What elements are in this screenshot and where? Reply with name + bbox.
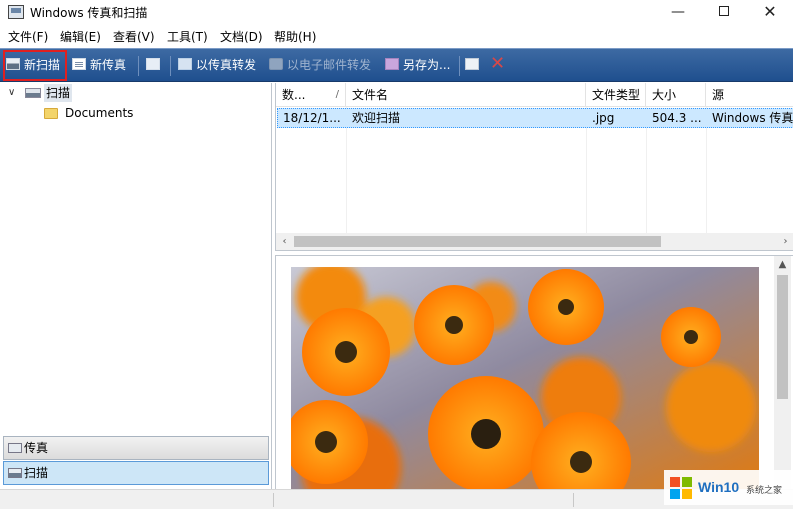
save-icon	[385, 58, 399, 70]
vertical-scrollbar[interactable]: ▲	[774, 256, 791, 489]
menu-file[interactable]: 文件(F)	[8, 29, 48, 45]
printer-icon	[465, 58, 479, 70]
horizontal-scrollbar[interactable]: ‹ ›	[276, 233, 793, 250]
menu-view[interactable]: 查看(V)	[113, 29, 155, 45]
new-fax-icon	[72, 58, 86, 70]
minimize-icon: —	[671, 4, 685, 20]
flower-photo	[291, 267, 759, 489]
preview-image	[291, 267, 759, 489]
nav-fax-button[interactable]: 传真	[3, 436, 269, 460]
forward-as-fax-button[interactable]: 以传真转发	[178, 52, 262, 78]
forward-fax-icon	[178, 58, 192, 70]
delete-button[interactable]: ✕	[490, 52, 508, 78]
column-header-source[interactable]: 源	[706, 83, 793, 107]
new-scan-label: 新扫描	[24, 58, 61, 72]
scanner-icon	[25, 88, 41, 98]
status-divider	[573, 493, 574, 507]
sort-indicator-icon: /	[335, 89, 339, 100]
forward-as-email-button[interactable]: 以电子邮件转发	[269, 52, 377, 78]
nav-fax-label: 传真	[24, 441, 49, 455]
column-header-filename[interactable]: 文件名	[346, 83, 586, 107]
windows-logo-icon	[670, 477, 692, 499]
minimize-button[interactable]: —	[655, 0, 701, 26]
page-view-button[interactable]	[146, 52, 164, 78]
maximize-icon	[719, 6, 729, 16]
column-header-size[interactable]: 大小	[646, 83, 706, 107]
folder-pane: ∨ 扫描 Documents 传真 扫描	[0, 83, 272, 489]
delete-icon: ✕	[490, 53, 506, 74]
tree-item-scan[interactable]: ∨ 扫描	[0, 84, 270, 102]
cell-size: 504.3 ...	[652, 111, 702, 125]
cell-filename: 欢迎扫描	[352, 111, 401, 125]
menu-tools[interactable]: 工具(T)	[167, 29, 208, 45]
status-divider	[273, 493, 274, 507]
close-icon: ✕	[763, 2, 777, 21]
fax-icon	[8, 443, 22, 453]
vertical-scroll-thumb[interactable]	[777, 275, 788, 399]
collapse-chevron-icon[interactable]: ∨	[8, 84, 15, 102]
forward-as-email-label: 以电子邮件转发	[287, 58, 372, 72]
menu-document[interactable]: 文档(D)	[220, 29, 263, 45]
window-title: Windows 传真和扫描	[30, 6, 148, 20]
menu-edit[interactable]: 编辑(E)	[60, 29, 101, 45]
save-as-label: 另存为...	[403, 58, 451, 72]
tree-item-documents-label: Documents	[65, 106, 134, 120]
new-scan-button[interactable]: 新扫描	[6, 52, 66, 78]
watermark-brand: Win10	[698, 479, 740, 495]
nav-scan-button[interactable]: 扫描	[3, 461, 269, 485]
scanner-icon	[6, 58, 20, 70]
menu-bar: 文件(F) 编辑(E) 查看(V) 工具(T) 文档(D) 帮助(H)	[0, 27, 793, 47]
file-list: 数... / 文件名 文件类型 大小 源 18/12/1... 欢迎扫描 .jp…	[275, 83, 793, 251]
new-fax-label: 新传真	[90, 58, 127, 72]
toolbar-separator	[138, 56, 139, 76]
watermark: Win10 系统之家	[664, 470, 793, 505]
email-icon	[269, 58, 283, 70]
new-fax-button[interactable]: 新传真	[72, 52, 132, 78]
cell-source: Windows 传真	[712, 111, 793, 125]
tree-item-scan-label: 扫描	[44, 84, 73, 102]
toolbar-separator	[170, 56, 171, 76]
cell-date: 18/12/1...	[283, 111, 341, 125]
column-header-date[interactable]: 数... /	[276, 83, 346, 107]
list-header: 数... / 文件名 文件类型 大小 源	[276, 83, 793, 107]
scroll-up-icon[interactable]: ▲	[774, 256, 791, 273]
horizontal-scroll-thumb[interactable]	[294, 236, 661, 247]
table-row[interactable]: 18/12/1... 欢迎扫描 .jpg 504.3 ... Windows 传…	[277, 108, 793, 128]
folder-icon	[44, 108, 58, 119]
tree-item-documents[interactable]: Documents	[0, 104, 270, 122]
toolbar-separator	[459, 56, 460, 76]
menu-help[interactable]: 帮助(H)	[274, 29, 316, 45]
scroll-left-icon[interactable]: ‹	[276, 233, 293, 250]
scanner-icon	[8, 468, 22, 478]
fax-scan-app-icon	[8, 5, 24, 19]
forward-as-fax-label: 以传真转发	[196, 58, 257, 72]
print-button[interactable]	[465, 52, 483, 78]
toolbar: 新扫描 新传真 以传真转发 以电子邮件转发 另存为... ✕	[0, 48, 793, 82]
title-bar: Windows 传真和扫描 — ✕	[0, 0, 793, 26]
page-view-icon	[146, 58, 160, 70]
maximize-button[interactable]	[701, 0, 747, 26]
watermark-site: 系统之家	[746, 486, 783, 496]
save-as-button[interactable]: 另存为...	[385, 52, 455, 78]
column-header-date-label: 数...	[282, 88, 306, 102]
preview-pane: ▲	[275, 255, 793, 489]
scroll-right-icon[interactable]: ›	[777, 233, 793, 250]
nav-scan-label: 扫描	[24, 466, 49, 480]
cell-filetype: .jpg	[592, 111, 615, 125]
close-button[interactable]: ✕	[747, 0, 793, 26]
column-header-filetype[interactable]: 文件类型	[586, 83, 646, 107]
